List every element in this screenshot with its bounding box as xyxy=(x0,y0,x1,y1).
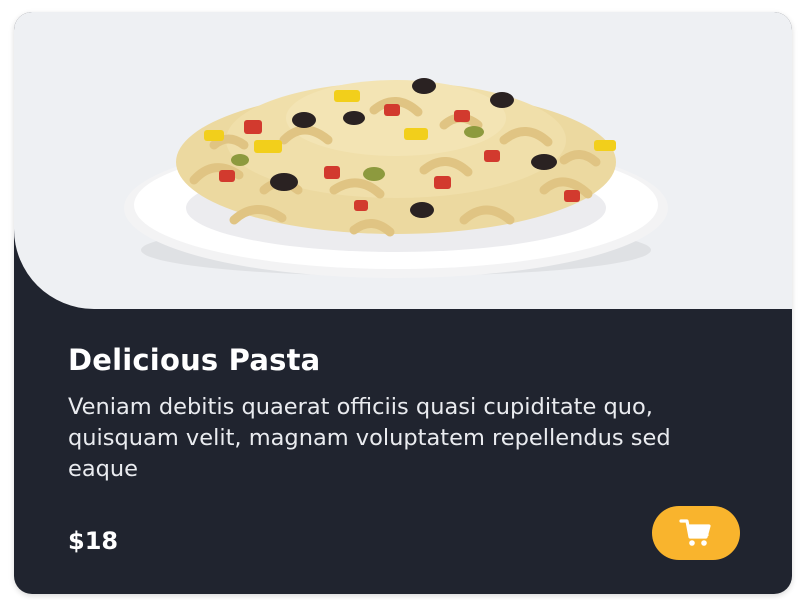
add-to-cart-button[interactable] xyxy=(652,506,740,560)
product-info: Delicious Pasta Veniam debitis quaerat o… xyxy=(68,342,758,485)
product-card: Delicious Pasta Veniam debitis quaerat o… xyxy=(14,12,792,594)
shopping-cart-icon xyxy=(679,519,711,546)
product-title: Delicious Pasta xyxy=(68,343,321,377)
pasta-plate-image xyxy=(124,78,668,278)
product-image-area xyxy=(14,12,792,309)
product-description: Veniam debitis quaerat officiis quasi cu… xyxy=(68,394,671,482)
product-price: $18 xyxy=(68,527,119,555)
